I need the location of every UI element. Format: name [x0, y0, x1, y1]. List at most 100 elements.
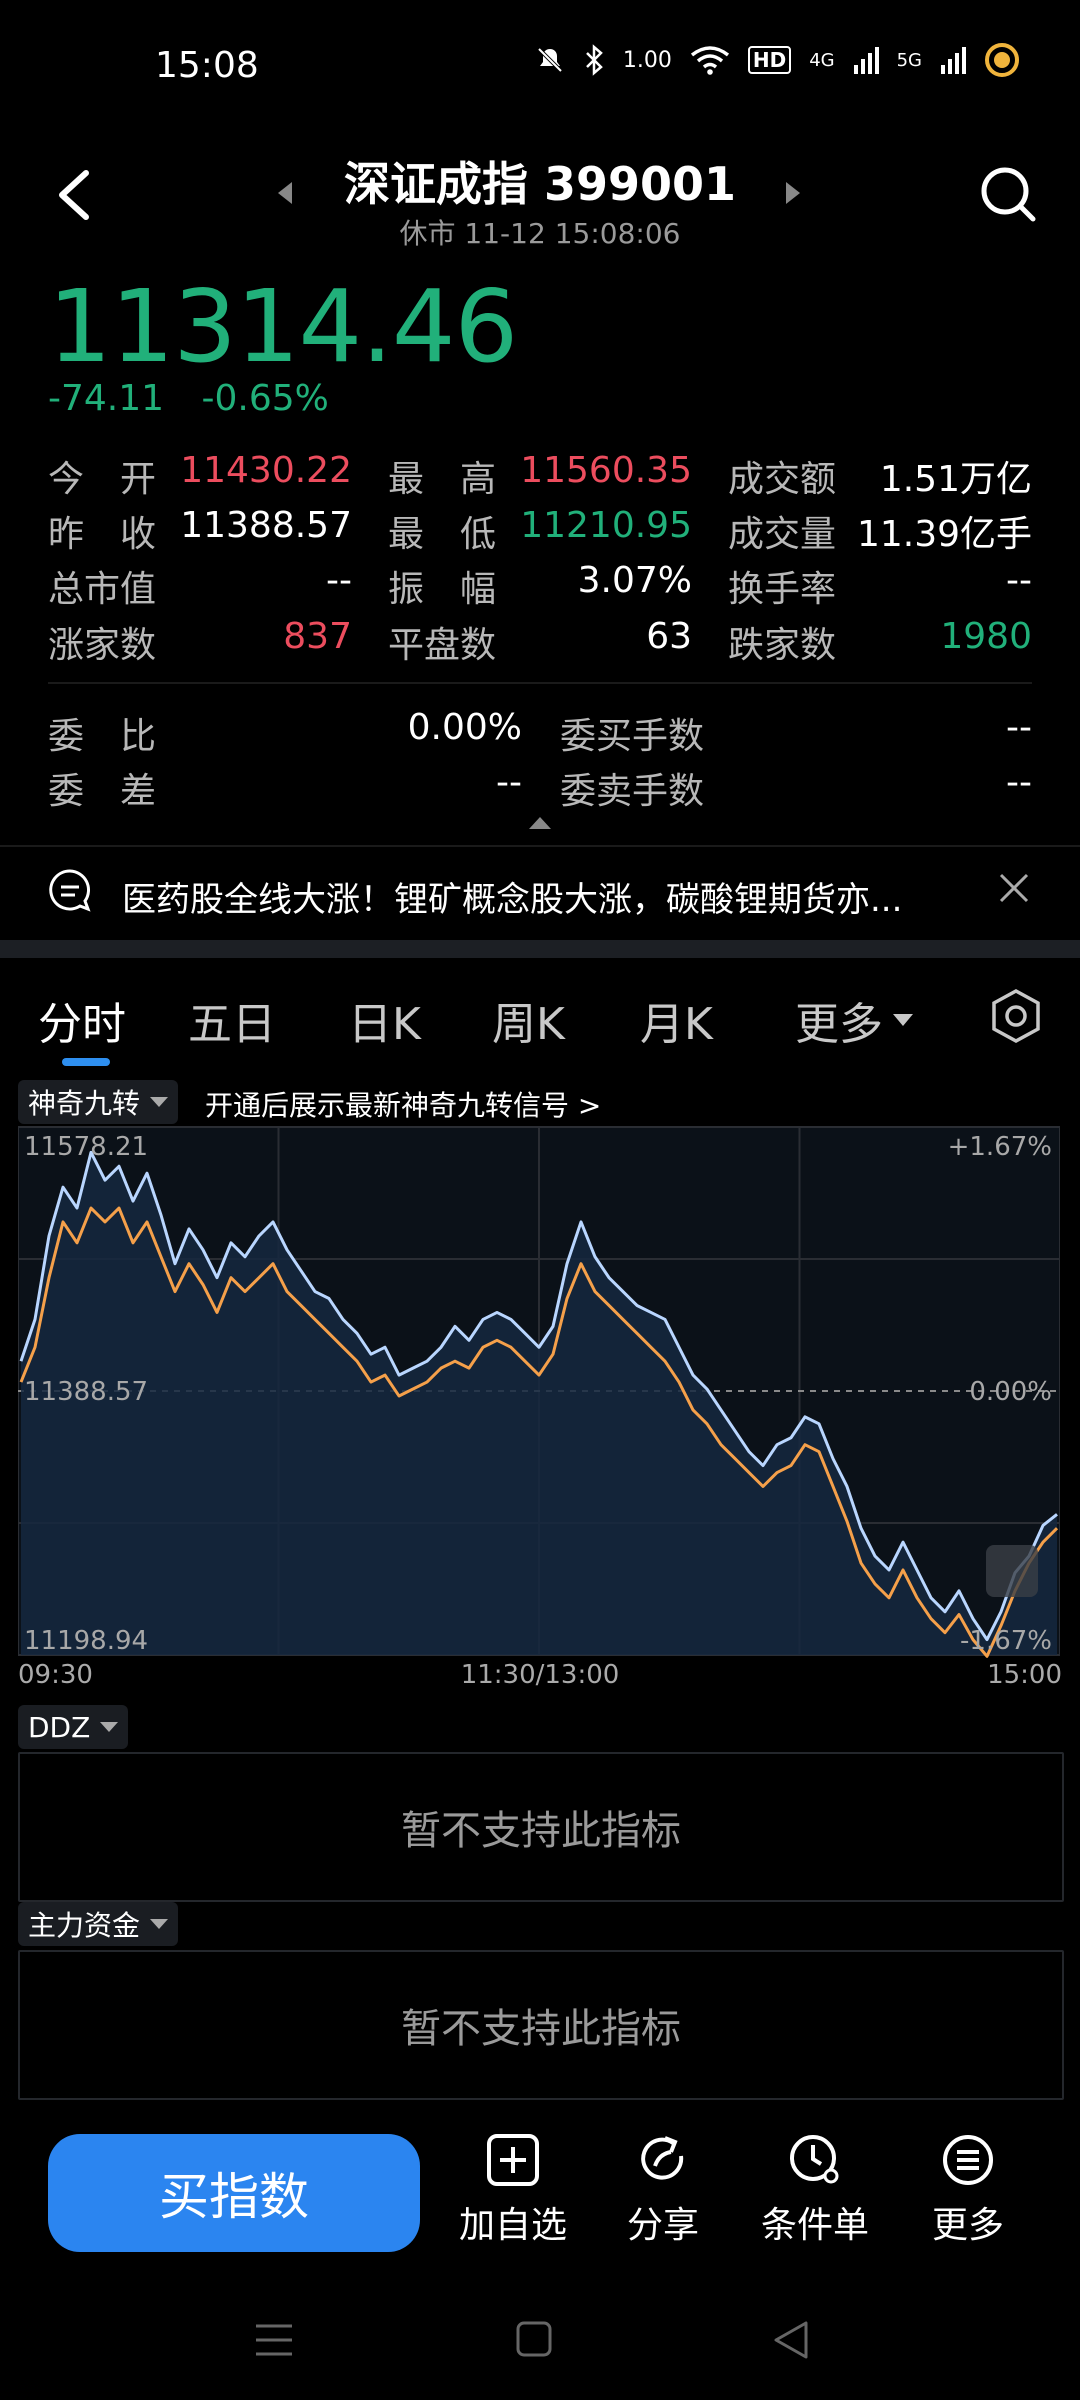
menu-icon[interactable]	[254, 2320, 294, 2360]
clock-icon	[790, 2135, 839, 2184]
mktcap-label: 总市值	[48, 569, 157, 610]
x-axis-label-0: 09:30	[18, 1660, 93, 1690]
chevron-down-icon	[100, 1722, 119, 1732]
network-speed: 1.00	[622, 47, 672, 73]
x-axis-label-2: 15:00	[987, 1660, 1062, 1690]
order-ratio-label: 委 比	[48, 716, 157, 757]
tab-intraday[interactable]: 分时	[38, 988, 126, 1052]
tab-more[interactable]: 更多	[795, 988, 913, 1052]
y-bottom-label: 11198.94	[24, 1626, 148, 1656]
condition-order-button[interactable]: 条件单	[755, 2132, 875, 2248]
fund-message: 暂不支持此指标	[401, 2006, 681, 2052]
tab-monthly-k[interactable]: 月K	[640, 988, 713, 1052]
market-status: 休市 11-12 15:08:06	[399, 217, 681, 250]
pct-top-label: +1.67%	[948, 1132, 1052, 1162]
down-count-label: 跌家数	[728, 625, 837, 666]
chart-tool-button[interactable]	[986, 1545, 1038, 1597]
flat-count-value: 63	[646, 616, 692, 657]
battery-icon	[985, 43, 1019, 77]
fund-label: 主力资金	[28, 1909, 141, 1942]
high-value: 11560.35	[520, 450, 692, 491]
tab-more-label: 更多	[795, 999, 883, 1050]
open-label: 今 开	[48, 459, 157, 500]
amount-label: 成交额	[728, 459, 837, 500]
chevron-down-icon	[150, 1097, 169, 1107]
low-label: 最 低	[388, 514, 497, 555]
open-value: 11430.22	[180, 450, 352, 491]
add-icon	[487, 2134, 539, 2186]
condition-order-label: 条件单	[760, 2205, 869, 2246]
hd-badge: HD	[747, 46, 792, 74]
close-icon[interactable]	[996, 870, 1032, 906]
collapse-caret-icon[interactable]	[529, 817, 551, 829]
more-label: 更多	[931, 2205, 1004, 2246]
share-button[interactable]: 分享	[603, 2132, 723, 2248]
mute-icon	[537, 47, 563, 73]
ask-lots-label: 委卖手数	[560, 771, 705, 812]
buy-index-button[interactable]: 买指数	[48, 2134, 420, 2252]
net2-label: 5G	[896, 49, 922, 71]
ddz-label: DDZ	[28, 1710, 91, 1744]
news-icon	[49, 869, 91, 912]
volume-value: 11.39亿手	[856, 514, 1032, 555]
intraday-chart[interactable]: 11578.21 11388.57 11198.94 +1.67% 0.00% -1.67…	[18, 1125, 1060, 1665]
current-price: 11314.46	[48, 268, 518, 385]
home-icon[interactable]	[515, 2320, 553, 2358]
indicator-selector[interactable]: 神奇九转	[18, 1080, 179, 1124]
back-icon[interactable]	[772, 2320, 810, 2360]
settings-icon[interactable]	[990, 988, 1042, 1044]
mktcap-value: --	[326, 560, 352, 601]
status-icons: 1.00 HD 4G 5G	[535, 42, 1020, 78]
x-axis-label-1: 11:30/13:00	[460, 1660, 620, 1690]
page-title: 深证成指 399001	[343, 157, 737, 211]
change-value: -74.11	[48, 378, 165, 419]
down-count-value: 1980	[940, 616, 1032, 657]
indicator-label: 神奇九转	[28, 1087, 141, 1120]
indicator-promo-link[interactable]: 开通后展示最新神奇九转信号 >	[205, 1084, 601, 1124]
amount-value: 1.51万亿	[879, 459, 1032, 500]
stats-divider	[48, 682, 1032, 684]
y-mid-label: 11388.57	[24, 1377, 148, 1407]
section-divider	[0, 940, 1080, 958]
order-diff-value: --	[496, 762, 522, 803]
chevron-down-icon	[150, 1919, 169, 1929]
add-watchlist-button[interactable]: 加自选	[453, 2132, 573, 2248]
tab-daily-k[interactable]: 日K	[348, 988, 421, 1052]
y-top-label: 11578.21	[24, 1132, 148, 1162]
wifi-icon	[690, 46, 729, 75]
system-nav-bar	[0, 2290, 1080, 2400]
pct-bottom-label: -1.67%	[960, 1626, 1052, 1656]
ask-lots-value: --	[1006, 762, 1032, 803]
up-count-value: 837	[283, 616, 352, 657]
volume-label: 成交量	[728, 514, 837, 555]
high-label: 最 高	[388, 459, 497, 500]
fund-selector[interactable]: 主力资金	[18, 1902, 179, 1946]
news-headline[interactable]: 医药股全线大涨！锂矿概念股大涨，碳酸锂期货亦...	[122, 872, 942, 921]
next-stock-arrow[interactable]	[786, 182, 800, 204]
price-change: -74.11 -0.65%	[48, 378, 355, 419]
chevron-down-icon	[893, 1014, 913, 1026]
turnover-value: --	[1006, 560, 1032, 601]
bid-lots-label: 委买手数	[560, 716, 705, 757]
fund-panel: 暂不支持此指标	[18, 1950, 1064, 2100]
ddz-selector[interactable]: DDZ	[18, 1705, 129, 1749]
menu-icon	[943, 2135, 993, 2185]
amplitude-value: 3.07%	[577, 560, 692, 601]
bluetooth-icon	[585, 44, 603, 76]
share-label: 分享	[626, 2205, 699, 2246]
tab-weekly-k[interactable]: 周K	[492, 988, 565, 1052]
up-count-label: 涨家数	[48, 625, 157, 666]
order-diff-label: 委 差	[48, 771, 157, 812]
prev-close-label: 昨 收	[48, 514, 157, 555]
net1-label: 4G	[809, 49, 835, 71]
search-icon[interactable]	[978, 164, 1038, 224]
signal-icon	[941, 47, 966, 74]
ddz-panel: 暂不支持此指标	[18, 1752, 1064, 1902]
chart-tool-icon	[986, 1545, 1038, 1597]
ddz-message: 暂不支持此指标	[401, 1808, 681, 1854]
tab-five-day[interactable]: 五日	[188, 988, 276, 1052]
bid-lots-value: --	[1006, 707, 1032, 748]
signal-icon	[853, 47, 879, 74]
more-button[interactable]: 更多	[908, 2132, 1028, 2248]
change-percent: -0.65%	[201, 378, 329, 419]
